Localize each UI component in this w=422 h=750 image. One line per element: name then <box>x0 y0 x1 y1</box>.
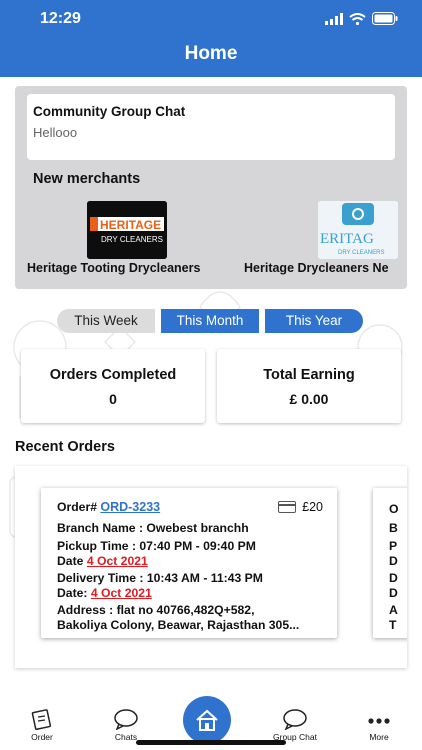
total-earning-label: Total Earning <box>263 367 355 383</box>
status-icons <box>325 12 398 25</box>
battery-icon <box>372 12 398 25</box>
order-amount: £20 <box>278 500 323 514</box>
merchant-logo-subtext: DRY CLEANERS <box>338 250 384 256</box>
peek-letter: D <box>389 586 398 600</box>
new-merchants-heading: New merchants <box>33 171 141 187</box>
order-card-next[interactable]: O B P D D D A T <box>373 488 407 638</box>
peek-letter: P <box>389 539 398 553</box>
orders-completed-value: 0 <box>109 391 117 407</box>
merchant-logo-text: HERITAGE <box>100 218 161 232</box>
status-time: 12:29 <box>40 10 81 27</box>
order-address-line1: Address : flat no 40766,482Q+582, <box>57 603 255 617</box>
community-chat-card[interactable]: Community Group Chat Hellooo <box>27 94 395 160</box>
pickup-date: 4 Oct 2021 <box>86 554 148 568</box>
nav-home[interactable] <box>183 696 231 744</box>
tab-this-month[interactable]: This Month <box>161 309 259 333</box>
order-number-row: Order# ORD-3233 <box>57 500 160 514</box>
peek-letter: A <box>389 603 398 617</box>
more-icon <box>368 718 390 724</box>
home-indicator <box>136 740 286 745</box>
delivery-date-label: Date: <box>57 586 91 600</box>
peek-letter: O <box>389 502 399 516</box>
signal-icon <box>325 12 343 25</box>
merchant-logo-subtext: DRY CLEANERS <box>101 235 163 244</box>
pickup-date-label: Date <box>57 554 87 568</box>
period-tabs: This Week This Month This Year <box>57 309 363 333</box>
order-number-link[interactable]: ORD-3233 <box>100 500 160 514</box>
tab-this-year[interactable]: This Year <box>265 309 363 333</box>
peek-letter: T <box>389 618 397 632</box>
nav-more-label: More <box>369 732 389 742</box>
peek-letter: D <box>389 554 398 568</box>
nav-order[interactable]: Order <box>12 708 72 742</box>
order-label: Order# <box>57 500 101 514</box>
total-earning-value: £ 0.00 <box>289 391 329 407</box>
total-earning-card: Total Earning £ 0.00 <box>217 349 401 423</box>
delivery-date: 4 Oct 2021 <box>90 586 152 600</box>
merchant-logo: HERITAGE DRY CLEANERS <box>87 201 167 259</box>
home-icon <box>196 709 218 731</box>
recent-orders-carousel[interactable]: Order# ORD-3233 £20 Branch Name : Owebes… <box>15 466 407 668</box>
wifi-icon <box>349 12 366 25</box>
nav-order-label: Order <box>31 732 53 742</box>
order-delivery-date-row: Date: 4 Oct 2021 <box>57 586 152 600</box>
nav-more[interactable]: More <box>349 708 409 742</box>
peek-letter: B <box>389 521 398 535</box>
community-chat-title: Community Group Chat <box>33 104 186 119</box>
group-chat-icon <box>283 709 307 730</box>
order-pickup-date-row: Date 4 Oct 2021 <box>57 554 148 568</box>
order-address-line2: Bakoliya Colony, Beawar, Rajasthan 305..… <box>57 618 300 632</box>
merchant-logo: ERITAG DRY CLEANERS <box>318 201 398 259</box>
nav-chats[interactable]: Chats <box>96 708 156 742</box>
merchant-name: Heritage Drycleaners Ne <box>244 261 389 275</box>
order-branch: Branch Name : Owebest branchh <box>57 521 249 535</box>
order-delivery-time: Delivery Time : 10:43 AM - 11:43 PM <box>57 571 263 585</box>
community-chat-last-message: Hellooo <box>33 125 78 140</box>
order-icon <box>31 709 52 730</box>
orders-completed-card: Orders Completed 0 <box>21 349 205 423</box>
app-header: 12:29 Home <box>0 0 422 77</box>
order-pickup-time: Pickup Time : 07:40 PM - 09:40 PM <box>57 539 256 553</box>
merchant-name: Heritage Tooting Drycleaners <box>27 261 201 275</box>
recent-orders-heading: Recent Orders <box>15 439 115 455</box>
peek-letter: D <box>389 571 398 585</box>
chat-icon <box>114 709 138 730</box>
card-icon <box>278 501 297 513</box>
order-amount-value: £20 <box>302 500 323 514</box>
tab-this-week[interactable]: This Week <box>57 309 155 333</box>
merchant-logo-text: ERITAG <box>320 231 374 247</box>
order-card[interactable]: Order# ORD-3233 £20 Branch Name : Owebes… <box>41 488 337 638</box>
bottom-nav: Order Chats Group Chat More <box>0 696 422 750</box>
orders-completed-label: Orders Completed <box>49 367 177 383</box>
community-panel: Community Group Chat Hellooo New merchan… <box>15 86 407 289</box>
nav-group-chat[interactable]: Group Chat <box>265 708 325 742</box>
page-title: Home <box>184 43 238 64</box>
